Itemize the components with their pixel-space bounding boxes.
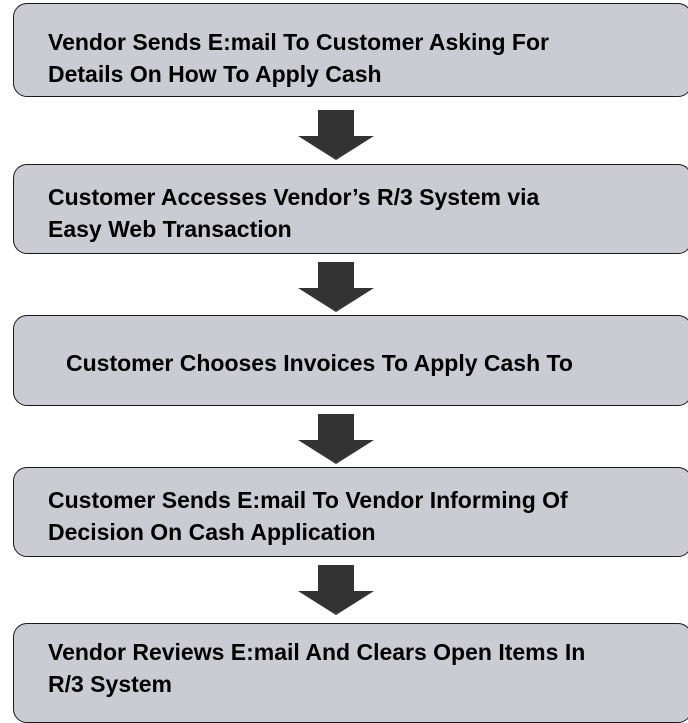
step-box-2: Customer Accesses Vendor’s R/3 System vi… [13,164,688,254]
step-5-line-1: Vendor Reviews E:mail And Clears Open It… [48,639,586,665]
step-3-line-1: Customer Chooses Invoices To Apply Cash … [66,350,573,376]
down-arrow-icon [298,414,374,464]
step-box-1: Vendor Sends E:mail To Customer Asking F… [13,3,688,97]
step-2-line-2: Easy Web Transaction [48,216,292,242]
down-arrow-icon [298,262,374,312]
step-box-5: Vendor Reviews E:mail And Clears Open It… [13,623,688,723]
step-4-line-1: Customer Sends E:mail To Vendor Informin… [48,487,568,513]
step-box-4: Customer Sends E:mail To Vendor Informin… [13,467,688,557]
down-arrow-icon [298,110,374,160]
step-4-line-2: Decision On Cash Application [48,519,376,545]
down-arrow-icon [298,565,374,615]
step-1-line-2: Details On How To Apply Cash [48,61,382,87]
step-box-3: Customer Chooses Invoices To Apply Cash … [13,315,688,406]
step-2-line-1: Customer Accesses Vendor’s R/3 System vi… [48,184,540,210]
step-5-line-2: R/3 System [48,671,173,697]
step-1-line-1: Vendor Sends E:mail To Customer Asking F… [48,29,549,55]
